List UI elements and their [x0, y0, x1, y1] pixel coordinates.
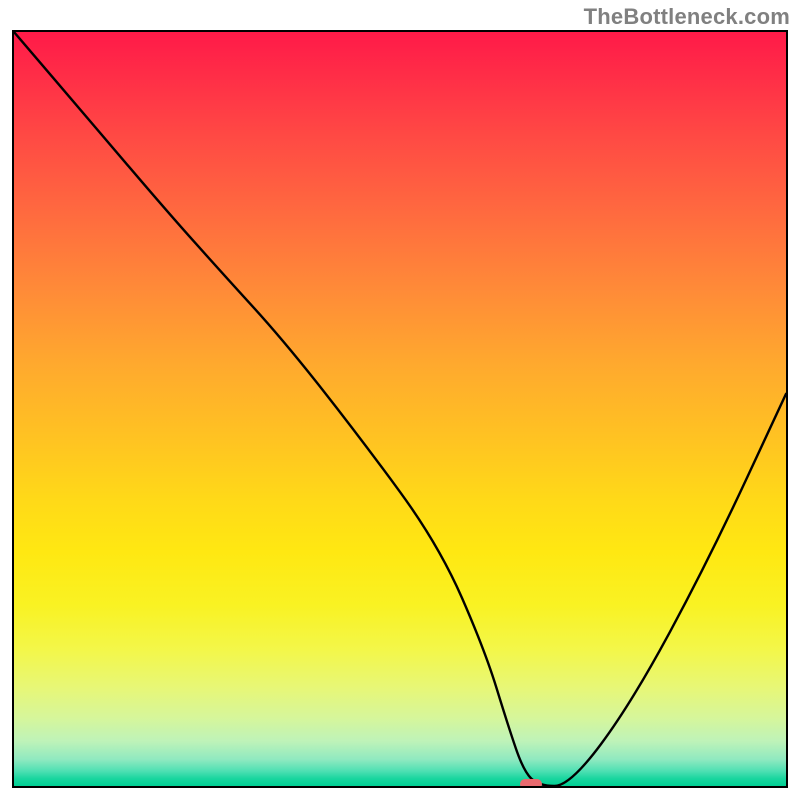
- line-curve: [14, 32, 786, 786]
- chart-container: TheBottleneck.com: [0, 0, 800, 800]
- watermark-text: TheBottleneck.com: [584, 4, 790, 30]
- plot-area: [12, 30, 788, 788]
- curve-minimum-marker: [520, 779, 542, 788]
